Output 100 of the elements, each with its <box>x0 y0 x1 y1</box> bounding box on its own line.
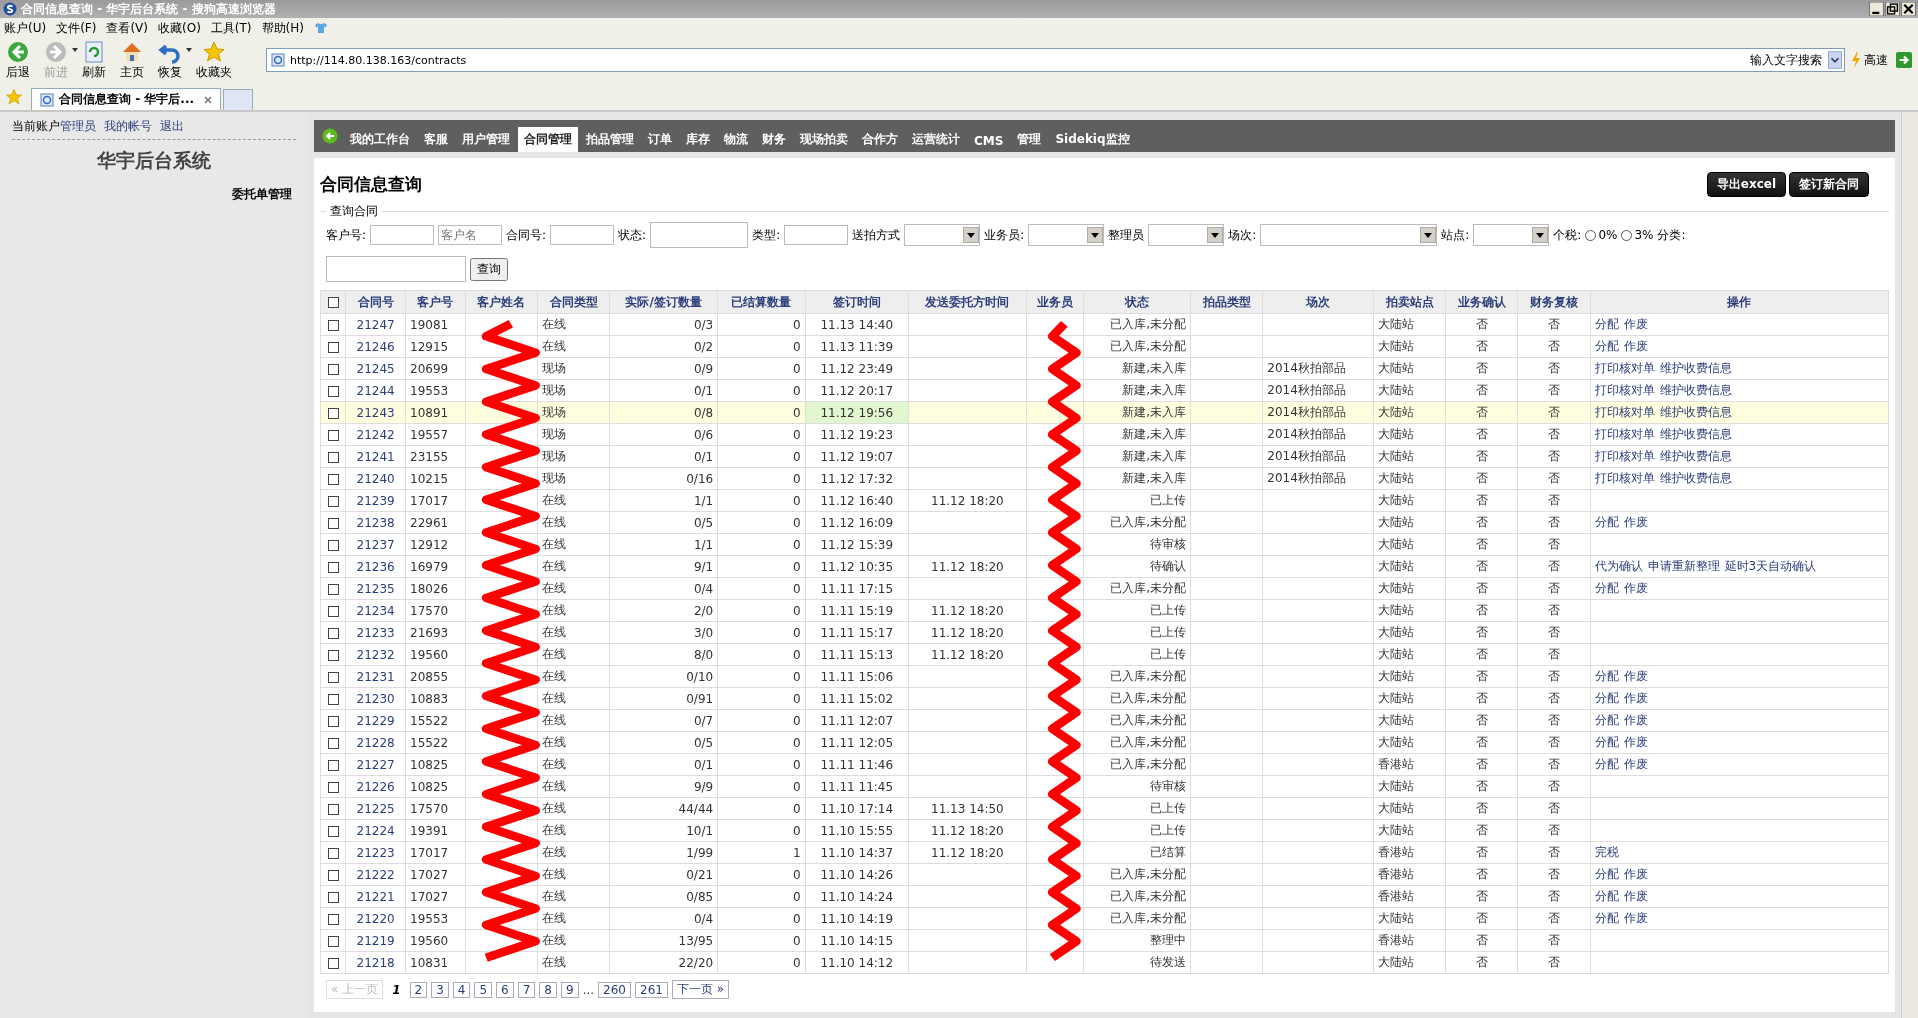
close-icon[interactable] <box>204 95 212 104</box>
row-action-link[interactable]: 作废 <box>1623 911 1648 925</box>
speed-mode-label[interactable]: 高速 <box>1864 51 1888 69</box>
toolbar-home-button[interactable]: 主页 <box>120 39 144 81</box>
row-action-link[interactable]: 作废 <box>1623 515 1648 529</box>
toolbar-undo-button[interactable]: 恢复 <box>158 39 182 81</box>
menu-item[interactable]: 文件(F) <box>56 19 97 37</box>
nav-tab[interactable]: 管理 <box>1011 127 1048 152</box>
row-checkbox[interactable] <box>327 957 339 969</box>
select-all-checkbox[interactable] <box>327 297 339 308</box>
row-action-link[interactable]: 维护收费信息 <box>1659 427 1732 441</box>
row-action-link[interactable]: 代为确认 <box>1594 559 1643 573</box>
row-action-link[interactable]: 分配 <box>1594 581 1619 595</box>
row-action-link[interactable]: 分配 <box>1594 757 1619 771</box>
row-action-link[interactable]: 作废 <box>1623 757 1648 771</box>
nav-tab[interactable]: 合作方 <box>856 127 904 152</box>
nav-tab[interactable]: 现场拍卖 <box>794 127 854 152</box>
favorites-star-icon[interactable] <box>5 88 23 106</box>
row-checkbox[interactable] <box>327 671 339 683</box>
toolbar-back-button[interactable]: 后退 <box>6 39 30 81</box>
minimize-button[interactable] <box>1869 2 1884 16</box>
row-action-link[interactable]: 分配 <box>1594 515 1619 529</box>
row-action-link[interactable]: 作废 <box>1623 867 1648 881</box>
row-checkbox[interactable] <box>327 781 339 793</box>
nav-tab[interactable]: 运营统计 <box>906 127 966 152</box>
address-bar[interactable]: http://114.80.138.163/contracts 输入文字搜索 <box>266 48 1845 72</box>
account-link[interactable]: 管理员 <box>60 118 96 135</box>
dropdown-arrow-icon[interactable] <box>1420 227 1437 243</box>
row-action-link[interactable]: 分配 <box>1594 867 1619 881</box>
row-action-link[interactable]: 分配 <box>1594 669 1619 683</box>
nav-tab[interactable]: 合同管理 <box>518 127 578 152</box>
row-checkbox[interactable] <box>327 737 339 749</box>
row-checkbox[interactable] <box>327 341 339 353</box>
filter-input[interactable]: 客户名 <box>438 225 503 245</box>
row-action-link[interactable]: 打印核对单 <box>1594 405 1655 419</box>
row-checkbox[interactable] <box>327 715 339 727</box>
page-link[interactable]: 5 <box>474 981 493 998</box>
row-checkbox[interactable] <box>327 605 339 617</box>
row-action-link[interactable]: 延时3天自动确认 <box>1724 559 1817 573</box>
filter-input[interactable] <box>550 225 615 245</box>
row-checkbox[interactable] <box>327 407 339 419</box>
filter-input[interactable] <box>650 222 749 248</box>
row-checkbox[interactable] <box>327 473 339 485</box>
page-link[interactable]: 260 <box>598 981 631 998</box>
row-checkbox[interactable] <box>327 935 339 947</box>
row-action-link[interactable]: 分配 <box>1594 889 1619 903</box>
row-action-link[interactable]: 作废 <box>1623 317 1648 331</box>
row-action-link[interactable]: 维护收费信息 <box>1659 361 1732 375</box>
nav-tab[interactable]: 订单 <box>642 127 678 152</box>
account-link[interactable]: 我的帐号 <box>104 118 152 135</box>
scrollbar[interactable] <box>1901 112 1918 1018</box>
row-action-link[interactable]: 分配 <box>1594 317 1619 331</box>
nav-tab[interactable]: CMS <box>968 130 1010 152</box>
row-checkbox[interactable] <box>327 495 339 507</box>
action-button[interactable]: 签订新合同 <box>1789 172 1869 197</box>
row-action-link[interactable]: 分配 <box>1594 691 1619 705</box>
row-checkbox[interactable] <box>327 803 339 815</box>
row-action-link[interactable]: 分配 <box>1594 713 1619 727</box>
row-action-link[interactable]: 作废 <box>1623 691 1648 705</box>
dropdown-arrow-icon[interactable] <box>1207 227 1224 243</box>
nav-tab[interactable]: 库存 <box>680 127 716 152</box>
row-checkbox[interactable] <box>327 517 339 529</box>
row-action-link[interactable]: 作废 <box>1623 889 1648 903</box>
radio-option[interactable]: 3% <box>1621 228 1654 242</box>
row-checkbox[interactable] <box>327 539 339 551</box>
page-link[interactable]: 3 <box>431 981 449 998</box>
row-action-link[interactable]: 作废 <box>1623 735 1648 749</box>
row-checkbox[interactable] <box>327 319 339 331</box>
row-action-link[interactable]: 完税 <box>1594 845 1619 859</box>
dropdown-caret-icon[interactable] <box>186 47 192 52</box>
row-action-link[interactable]: 作废 <box>1623 581 1648 595</box>
close-button[interactable] <box>1901 2 1916 16</box>
row-action-link[interactable]: 维护收费信息 <box>1659 471 1732 485</box>
filter-input[interactable] <box>784 225 849 245</box>
account-link[interactable]: 退出 <box>160 118 184 135</box>
restore-button[interactable] <box>1885 2 1900 16</box>
row-action-link[interactable]: 作废 <box>1623 669 1648 683</box>
row-checkbox[interactable] <box>327 825 339 837</box>
row-action-link[interactable]: 作废 <box>1623 713 1648 727</box>
row-action-link[interactable]: 打印核对单 <box>1594 449 1655 463</box>
nav-tab[interactable]: 拍品管理 <box>580 127 640 152</box>
query-button[interactable]: 查询 <box>470 257 508 281</box>
nav-tab[interactable]: 财务 <box>756 127 792 152</box>
row-action-link[interactable]: 作废 <box>1623 339 1648 353</box>
page-link[interactable]: 7 <box>517 981 536 998</box>
dropdown-arrow-icon[interactable] <box>1532 227 1549 243</box>
page-link[interactable]: 1 <box>387 981 406 998</box>
row-checkbox[interactable] <box>327 869 339 881</box>
page-link[interactable]: 261 <box>635 981 668 998</box>
toolbar-star-button[interactable]: 收藏夹 <box>196 39 232 81</box>
next-page-button[interactable]: 下一页 » <box>671 980 730 999</box>
row-action-link[interactable]: 申请重新整理 <box>1647 559 1720 573</box>
page-link[interactable]: 4 <box>452 981 471 998</box>
nav-tab[interactable]: 物流 <box>718 127 754 152</box>
dropdown-arrow-icon[interactable] <box>1087 227 1104 243</box>
page-link[interactable]: 8 <box>539 981 557 998</box>
nav-tab[interactable]: 用户管理 <box>456 127 516 152</box>
row-action-link[interactable]: 打印核对单 <box>1594 471 1655 485</box>
row-checkbox[interactable] <box>327 429 339 441</box>
row-checkbox[interactable] <box>327 693 339 705</box>
